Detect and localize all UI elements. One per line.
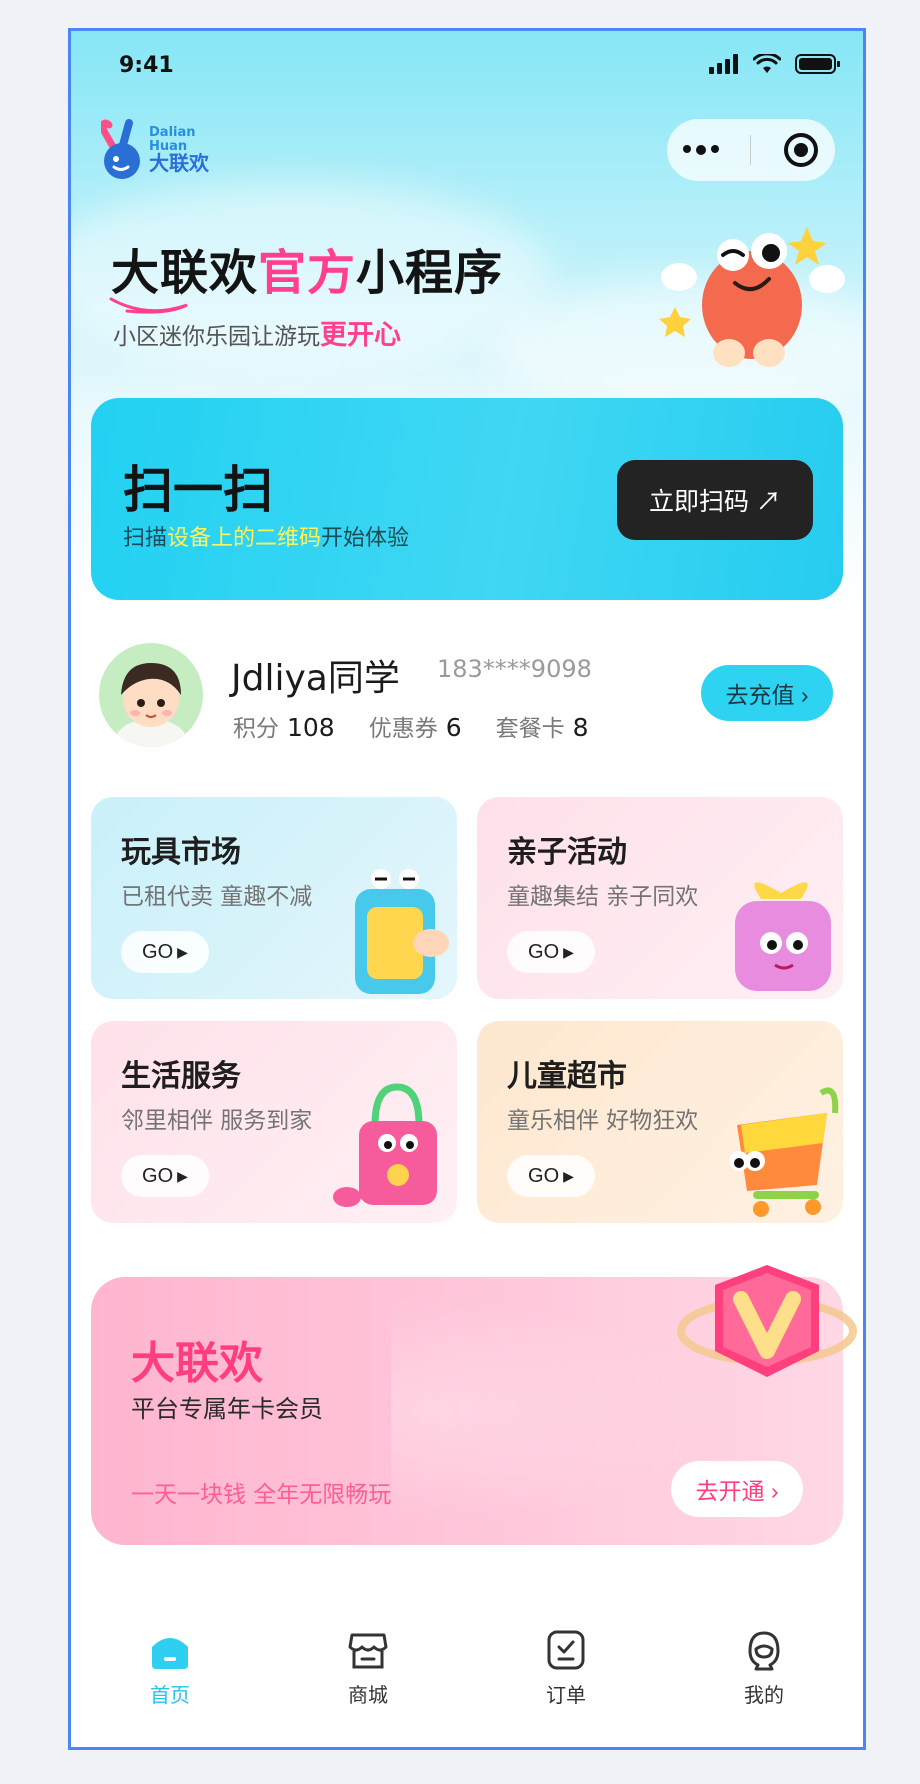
status-icons (709, 53, 841, 75)
go-label: GO (142, 940, 174, 963)
more-icon[interactable] (682, 145, 719, 155)
go-label: GO (528, 1164, 560, 1187)
card-title: 儿童超市 (507, 1059, 627, 1094)
user-phone: 183****9098 (437, 655, 592, 683)
card-subtitle: 童乐相伴 好物狂欢 (507, 1108, 699, 1134)
wifi-icon (753, 54, 781, 73)
feature-card-toy-market[interactable]: 玩具市场 已租代卖 童趣不减 GO ▶ (91, 797, 457, 999)
feature-card-kids-supermarket[interactable]: 儿童超市 童乐相伴 好物狂欢 GO ▶ (477, 1021, 843, 1223)
scan-subtitle: 扫描设备上的二维码开始体验 (123, 520, 409, 552)
signal-icon (709, 54, 738, 74)
capsule-divider (750, 135, 752, 165)
mascot-illustration (659, 227, 845, 367)
card-subtitle: 童趣集结 亲子同欢 (507, 884, 699, 910)
phone-frame: 9:41 Dalian Huan 大联欢 大联欢官方小程序 小区迷你乐园让游玩更… (68, 28, 866, 1750)
tab-profile[interactable]: 我的 (704, 1629, 824, 1747)
play-arrow-icon: ▶ (177, 943, 188, 960)
home-icon (152, 1638, 188, 1669)
phone-toy-illustration (355, 869, 449, 994)
headline-part2: 官方 (258, 245, 357, 301)
gift-box-illustration (735, 882, 831, 991)
scan-title: 扫一扫 (123, 461, 273, 519)
user-name: Jdliya同学 (231, 658, 400, 699)
feature-card-family-activity[interactable]: 亲子活动 童趣集结 亲子同欢 GO ▶ (477, 797, 843, 999)
status-time: 9:41 (119, 53, 174, 78)
tab-home-label: 首页 (150, 1683, 190, 1707)
coupons-stat[interactable]: 优惠券 6 (369, 709, 462, 743)
card-title: 生活服务 (121, 1059, 241, 1094)
shop-icon (348, 1633, 388, 1669)
recharge-button[interactable]: 去充值 › (701, 665, 833, 721)
tab-orders[interactable]: 订单 (506, 1629, 626, 1747)
scan-sub-highlight: 设备上的二维码 (167, 526, 322, 551)
coupons-value: 6 (445, 713, 462, 742)
user-stats: 积分 108 优惠券 6 套餐卡 8 (233, 709, 589, 743)
cards-stat[interactable]: 套餐卡 8 (496, 709, 589, 743)
go-label: GO (142, 1164, 174, 1187)
cards-label: 套餐卡 (495, 716, 565, 742)
play-arrow-icon: ▶ (177, 1167, 188, 1184)
logo-en-line1: Dalian (149, 124, 196, 140)
tab-orders-label: 订单 (546, 1683, 586, 1707)
card-title: 亲子活动 (507, 835, 627, 870)
subline-highlight: 更开心 (320, 320, 401, 351)
tab-shop-label: 商城 (348, 1683, 388, 1707)
profile-icon (748, 1631, 780, 1671)
points-value: 108 (287, 713, 335, 742)
tab-shop[interactable]: 商城 (308, 1629, 428, 1747)
card-subtitle: 已租代卖 童趣不减 (121, 884, 313, 910)
card-title: 玩具市场 (121, 835, 241, 870)
go-button[interactable]: GO ▶ (121, 1155, 209, 1197)
play-arrow-icon: ▶ (563, 1167, 574, 1184)
brand-logo: Dalian Huan 大联欢 (99, 119, 209, 181)
points-stat[interactable]: 积分 108 (233, 709, 335, 743)
logo-cn: 大联欢 (149, 151, 209, 176)
tab-home[interactable]: 首页 (110, 1629, 230, 1747)
bunny-logo-icon (99, 119, 143, 181)
cards-value: 8 (572, 713, 589, 742)
go-button[interactable]: GO ▶ (507, 1155, 595, 1197)
order-icon (547, 1630, 585, 1670)
card-subtitle: 邻里相伴 服务到家 (121, 1108, 313, 1134)
headline-part3: 小程序 (356, 245, 504, 301)
points-label: 积分 (233, 716, 279, 742)
scan-sub-suffix: 开始体验 (321, 526, 410, 551)
vip-subtitle: 平台专属年卡会员 (131, 1395, 323, 1423)
vip-title: 大联欢 (131, 1338, 263, 1389)
subline-text: 小区迷你乐园让游玩 (113, 324, 320, 350)
bottom-tab-bar: 首页 商城 订单 我的 (71, 1599, 863, 1747)
user-avatar[interactable] (99, 643, 203, 747)
go-label: GO (528, 940, 560, 963)
miniprogram-capsule (667, 119, 835, 181)
close-target-icon[interactable] (783, 132, 819, 168)
coupons-label: 优惠券 (368, 716, 438, 742)
scan-sub-prefix: 扫描 (123, 526, 168, 551)
vip-badge-icon (677, 1265, 857, 1377)
activate-vip-button[interactable]: 去开通 › (671, 1461, 803, 1517)
shopping-cart-illustration (729, 1087, 839, 1217)
go-button[interactable]: GO ▶ (121, 931, 209, 973)
vip-slogan: 一天一块钱 全年无限畅玩 (131, 1482, 392, 1508)
feature-card-life-service[interactable]: 生活服务 邻里相伴 服务到家 GO ▶ (91, 1021, 457, 1223)
shopping-bag-illustration (333, 1083, 437, 1207)
page-subline: 小区迷你乐园让游玩更开心 (113, 313, 401, 352)
scan-now-button[interactable]: 立即扫码 ↗ (617, 460, 813, 540)
tab-profile-label: 我的 (744, 1683, 784, 1707)
go-button[interactable]: GO ▶ (507, 931, 595, 973)
play-arrow-icon: ▶ (563, 943, 574, 960)
scan-banner: 扫一扫 扫描设备上的二维码开始体验 立即扫码 ↗ (91, 398, 843, 600)
battery-icon (795, 54, 840, 74)
